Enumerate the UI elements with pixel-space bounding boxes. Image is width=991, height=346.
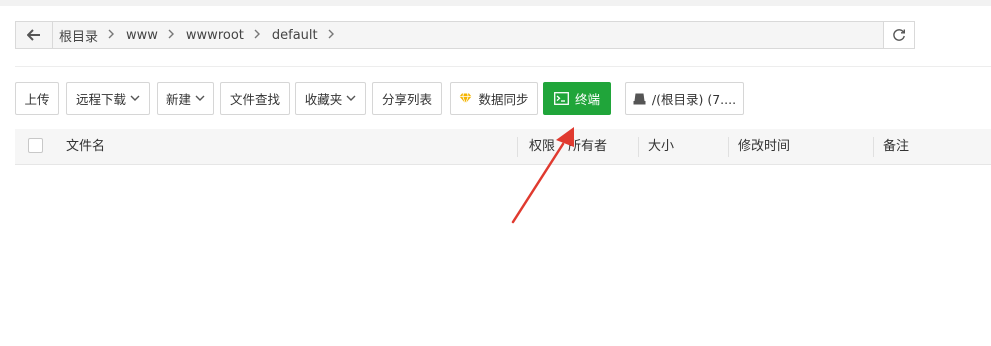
annotation-arrow-icon: [511, 127, 574, 224]
